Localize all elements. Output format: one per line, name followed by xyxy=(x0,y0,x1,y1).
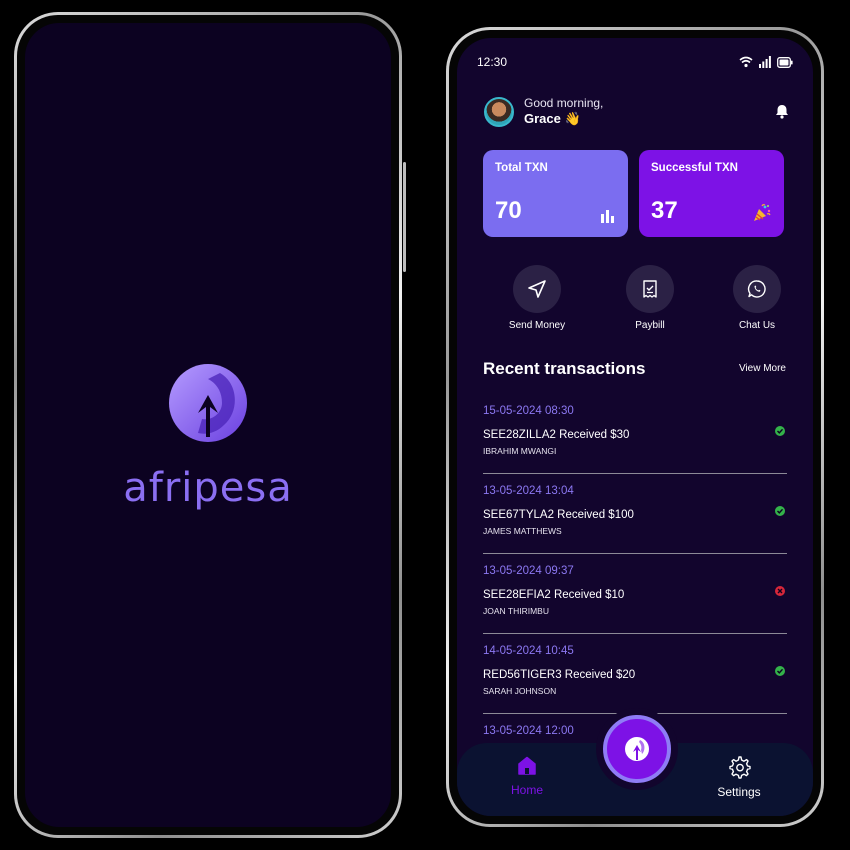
paybill-button[interactable] xyxy=(626,265,674,313)
nav-home-label: Home xyxy=(510,783,543,797)
paybill-action[interactable]: Paybill xyxy=(610,265,690,331)
chat-us-action[interactable]: Chat Us xyxy=(717,265,797,331)
successful-txn-value: 37 xyxy=(651,197,678,224)
splash-screen: afripesa xyxy=(25,23,391,827)
transaction-date: 13-05-2024 09:37 xyxy=(483,565,574,577)
nav-settings[interactable]: Settings xyxy=(699,755,779,799)
transaction-row[interactable]: 13-05-2024 09:37 SEE28EFIA2 Received $10… xyxy=(483,554,787,634)
afripesa-logo-icon xyxy=(625,737,649,761)
battery-icon xyxy=(777,56,793,68)
avatar[interactable] xyxy=(484,96,514,127)
chat-us-label: Chat Us xyxy=(738,320,776,331)
transaction-title: SEE67TYLA2 Received $100 xyxy=(483,509,634,521)
center-action-ring xyxy=(596,708,678,790)
bell-icon xyxy=(776,105,788,119)
failed-x-icon xyxy=(775,586,785,596)
paybill-label: Paybill xyxy=(635,320,665,331)
view-more-link[interactable]: View More xyxy=(739,363,786,374)
status-time: 12:30 xyxy=(477,55,508,69)
total-txn-value: 70 xyxy=(495,197,522,224)
success-check-icon xyxy=(775,506,785,516)
home-icon xyxy=(518,756,536,775)
chat-us-button[interactable] xyxy=(733,265,781,313)
transaction-name: SARAH JOHNSON xyxy=(483,686,557,696)
receipt-icon xyxy=(643,280,657,298)
send-money-button[interactable] xyxy=(513,265,561,313)
successful-txn-card[interactable]: Successful TXN 37 xyxy=(639,150,784,237)
gear-icon xyxy=(729,756,751,779)
user-name: Grace 👋 xyxy=(524,111,581,126)
splash-phone: afripesa xyxy=(14,12,406,838)
send-icon xyxy=(528,280,546,298)
transaction-row[interactable]: 13-05-2024 13:04 SEE67TYLA2 Received $10… xyxy=(483,474,787,554)
transaction-date: 15-05-2024 08:30 xyxy=(483,405,574,417)
transaction-name: JOAN THIRIMBU xyxy=(483,606,549,616)
transaction-row[interactable]: 14-05-2024 10:45 RED56TIGER3 Received $2… xyxy=(483,634,787,714)
phone-bezel: afripesa xyxy=(17,15,399,835)
success-check-icon xyxy=(775,666,785,676)
transaction-row[interactable]: 15-05-2024 08:30 SEE28ZILLA2 Received $3… xyxy=(483,394,787,474)
status-bar: 12:30 xyxy=(477,52,793,72)
phone-bezel: 12:30 Good morning, Grace 👋 Total TXN 70… xyxy=(449,30,821,824)
home-screen: 12:30 Good morning, Grace 👋 Total TXN 70… xyxy=(457,38,813,816)
recent-transactions-title: Recent transactions xyxy=(483,359,646,378)
greeting: Good morning, Grace 👋 xyxy=(484,96,603,127)
nav-settings-label: Settings xyxy=(717,785,761,799)
splash-logo: afripesa xyxy=(25,363,391,511)
transaction-date: 14-05-2024 10:45 xyxy=(483,645,574,657)
transaction-title: SEE28ZILLA2 Received $30 xyxy=(483,429,630,441)
success-check-icon xyxy=(775,426,785,436)
party-popper-icon xyxy=(754,204,771,221)
transaction-name: IBRAHIM MWANGI xyxy=(483,446,557,456)
afripesa-logo-icon xyxy=(169,364,247,442)
notification-button[interactable] xyxy=(775,104,789,124)
phone-side-button xyxy=(403,162,406,272)
status-icons xyxy=(739,56,793,68)
transaction-title: RED56TIGER3 Received $20 xyxy=(483,669,636,681)
wifi-icon xyxy=(739,56,753,68)
transaction-date: 13-05-2024 13:04 xyxy=(483,485,574,497)
total-txn-card[interactable]: Total TXN 70 xyxy=(483,150,628,237)
send-money-label: Send Money xyxy=(508,320,566,331)
signal-icon xyxy=(759,56,771,68)
transaction-title: SEE28EFIA2 Received $10 xyxy=(483,589,625,601)
whatsapp-icon xyxy=(747,280,766,298)
nav-home[interactable]: Home xyxy=(487,755,567,797)
bar-chart-icon xyxy=(601,210,614,223)
center-action-button[interactable] xyxy=(603,715,671,783)
transaction-name: JAMES MATTHEWS xyxy=(483,526,562,536)
successful-txn-label: Successful TXN xyxy=(651,162,738,174)
total-txn-label: Total TXN xyxy=(495,162,548,174)
home-phone: 12:30 Good morning, Grace 👋 Total TXN 70… xyxy=(446,27,824,827)
brand-name: afripesa xyxy=(123,465,293,511)
send-money-action[interactable]: Send Money xyxy=(497,265,577,331)
greeting-text: Good morning, xyxy=(524,96,604,110)
